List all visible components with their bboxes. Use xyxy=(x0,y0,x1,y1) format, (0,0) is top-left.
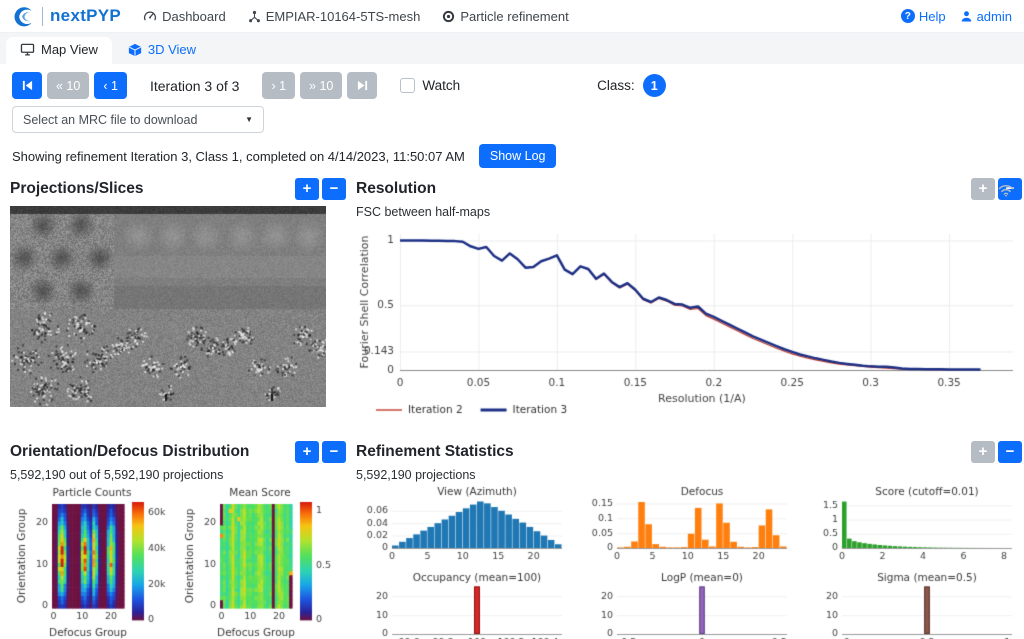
breadcrumb-nav: Dashboard EMPIAR-10164-5TS-mesh Particle… xyxy=(143,9,569,24)
help-icon: ? xyxy=(901,9,915,23)
nav-dashboard[interactable]: Dashboard xyxy=(143,9,226,24)
watch-label: Watch xyxy=(422,78,460,93)
user-icon xyxy=(960,10,973,23)
statistics-zoom-in-button[interactable]: + xyxy=(971,441,995,463)
resolution-panel: Resolution + − FSC between half-maps xyxy=(356,176,1022,425)
brand[interactable]: nextPYP xyxy=(12,5,121,28)
help-link[interactable]: ? Help xyxy=(901,9,946,24)
status-row: Showing refinement Iteration 3, Class 1,… xyxy=(0,135,1024,173)
mrc-file-select[interactable]: Select an MRC file to download ▼ xyxy=(12,106,264,133)
chevron-down-icon: ▼ xyxy=(245,115,253,124)
particle-counts-heatmap xyxy=(14,486,170,639)
projections-montage-image xyxy=(10,206,326,407)
cube-icon xyxy=(128,43,142,57)
first-iteration-button[interactable] xyxy=(12,72,42,99)
class-label: Class: xyxy=(597,78,635,93)
class-1-badge[interactable]: 1 xyxy=(643,74,666,97)
show-log-button[interactable]: Show Log xyxy=(479,144,557,168)
skip-start-icon xyxy=(22,80,33,91)
back-10-button[interactable]: « 10 xyxy=(47,72,89,99)
statistics-subtitle: 5,592,190 projections xyxy=(356,468,1022,482)
brand-name: nextPYP xyxy=(50,6,121,26)
class-selector: Class: 1 xyxy=(597,74,666,97)
logp-histogram xyxy=(581,572,793,639)
distribution-title: Orientation/Defocus Distribution xyxy=(10,443,249,461)
resolution-zoom-in-button[interactable]: + xyxy=(971,178,995,200)
mrc-select-row: Select an MRC file to download ▼ xyxy=(0,104,1024,135)
block-icon xyxy=(442,10,455,23)
view-azimuth-histogram xyxy=(356,486,568,568)
distribution-zoom-out-button[interactable]: − xyxy=(322,441,346,463)
score-histogram xyxy=(806,486,1018,568)
last-iteration-button[interactable] xyxy=(347,72,377,99)
projections-zoom-in-button[interactable]: + xyxy=(295,178,319,200)
fsc-chart xyxy=(356,220,1022,425)
tab-map-view[interactable]: Map View xyxy=(6,37,112,64)
projections-panel: Projections/Slices + − xyxy=(10,176,346,425)
projections-title: Projections/Slices xyxy=(10,180,144,198)
resolution-title: Resolution xyxy=(356,180,436,198)
skip-end-icon xyxy=(357,80,368,91)
occupancy-histogram xyxy=(356,572,568,639)
nav-project[interactable]: EMPIAR-10164-5TS-mesh xyxy=(248,9,421,24)
main-grid: Projections/Slices + − Resolution + − FS… xyxy=(0,173,1024,639)
tab-3d-view[interactable]: 3D View xyxy=(114,37,210,64)
watch-control: Watch xyxy=(400,78,460,93)
nextpyp-logo-icon xyxy=(12,5,35,28)
fsc-subtitle: FSC between half-maps xyxy=(356,205,1022,219)
histogram-grid xyxy=(356,486,1022,639)
watch-checkbox[interactable] xyxy=(400,78,415,93)
statistics-zoom-out-button[interactable]: − xyxy=(998,441,1022,463)
distribution-zoom-in-button[interactable]: + xyxy=(295,441,319,463)
distribution-subtitle: 5,592,190 out of 5,592,190 projections xyxy=(10,468,346,482)
projections-zoom-out-button[interactable]: − xyxy=(322,178,346,200)
iteration-controls: « 10 ‹ 1 Iteration 3 of 3 › 1 » 10 Watch… xyxy=(0,64,1024,104)
iteration-label: Iteration 3 of 3 xyxy=(150,78,240,94)
monitor-icon xyxy=(20,43,35,56)
sigma-histogram xyxy=(806,572,1018,639)
project-icon xyxy=(248,10,261,23)
nav-particle-refinement[interactable]: Particle refinement xyxy=(442,9,568,24)
distribution-panel: Orientation/Defocus Distribution + − 5,5… xyxy=(10,439,346,639)
statistics-title: Refinement Statistics xyxy=(356,443,514,461)
view-tabs: Map View 3D View xyxy=(0,33,1024,64)
defocus-histogram xyxy=(581,486,793,568)
wifi-icon xyxy=(998,184,1014,197)
top-navbar: nextPYP Dashboard EMPIAR-10164-5TS-mesh … xyxy=(0,0,1024,33)
dashboard-icon xyxy=(143,9,157,23)
forward-10-button[interactable]: » 10 xyxy=(300,72,342,99)
back-1-button[interactable]: ‹ 1 xyxy=(94,72,127,99)
statistics-panel: Refinement Statistics + − 5,592,190 proj… xyxy=(356,439,1022,639)
navbar-right: ? Help admin xyxy=(901,9,1012,24)
mean-score-heatmap xyxy=(182,486,338,639)
forward-1-button[interactable]: › 1 xyxy=(262,72,295,99)
status-text: Showing refinement Iteration 3, Class 1,… xyxy=(12,149,465,164)
brand-divider xyxy=(42,7,43,26)
user-menu[interactable]: admin xyxy=(960,9,1012,24)
